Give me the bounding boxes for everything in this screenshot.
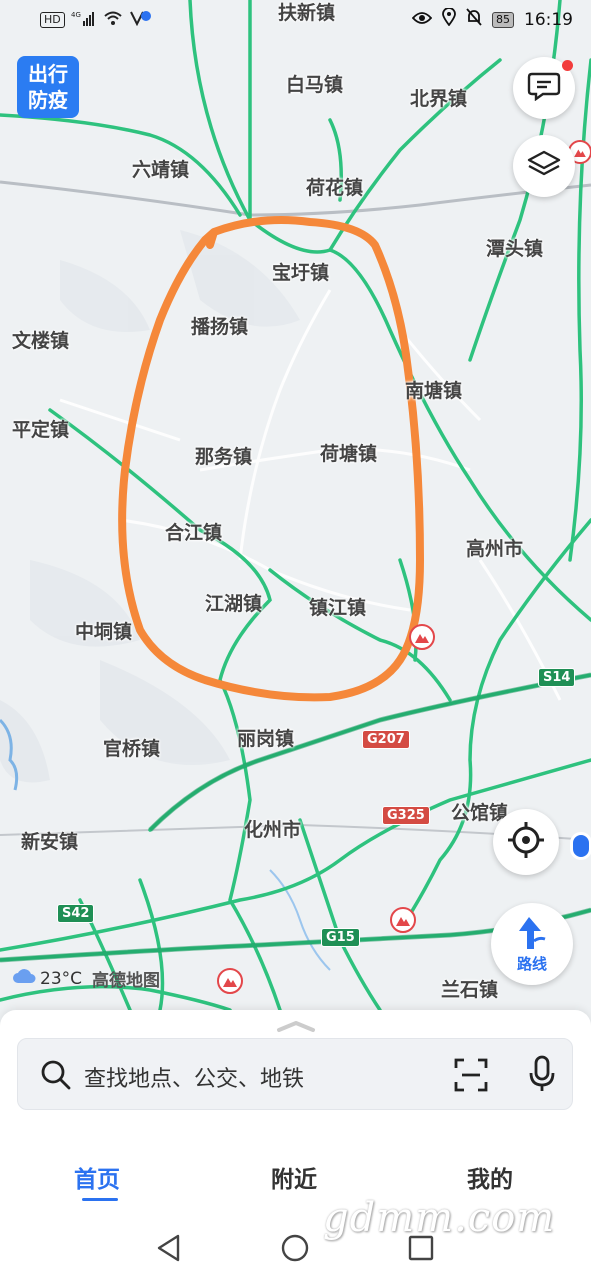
map-town-label[interactable]: 那务镇 — [195, 442, 252, 469]
message-icon — [527, 71, 561, 105]
layers-icon — [527, 149, 561, 183]
map-town-label[interactable]: 宝圩镇 — [272, 258, 329, 285]
highway-shield: G325 — [382, 806, 430, 825]
map-town-label[interactable]: 新安镇 — [21, 827, 78, 854]
scenic-spot-icon[interactable] — [409, 624, 435, 650]
map-town-label[interactable]: 南塘镇 — [405, 376, 462, 403]
route-label: 路线 — [516, 954, 547, 973]
tab-nearby[interactable]: 附近 — [271, 1160, 317, 1194]
highway-shield: S14 — [538, 668, 576, 687]
map-town-label[interactable]: 平定镇 — [12, 415, 69, 442]
epidemic-line1: 出行 — [28, 62, 68, 86]
map-town-label[interactable]: 丽岗镇 — [237, 724, 294, 751]
search-input[interactable]: 查找地点、公交、地铁 — [84, 1061, 304, 1093]
back-icon[interactable] — [156, 1234, 182, 1266]
layers-button[interactable] — [513, 135, 575, 197]
tab-home[interactable]: 首页 — [74, 1160, 120, 1194]
signal-4g-icon: 4G — [71, 10, 97, 29]
map-town-label[interactable]: 潭头镇 — [486, 234, 543, 261]
wifi-icon — [103, 10, 123, 29]
status-bar: HD 4G 85 16:19 — [0, 0, 591, 40]
search-bar[interactable]: 查找地点、公交、地铁 — [17, 1038, 573, 1110]
scenic-spot-icon[interactable] — [217, 968, 243, 994]
map-town-label[interactable]: 中垌镇 — [75, 617, 132, 644]
tab-bar: 首页 附近 我的 — [0, 1160, 591, 1201]
recents-icon[interactable] — [408, 1235, 434, 1265]
clock: 16:19 — [524, 9, 573, 30]
eye-icon — [411, 10, 433, 30]
map-town-label[interactable]: 播扬镇 — [191, 312, 248, 339]
cloud-icon — [12, 968, 36, 989]
weather-widget[interactable]: 23°C 高德地图 — [12, 966, 160, 991]
feedback-button[interactable] — [513, 57, 575, 119]
map-town-label[interactable]: 白马镇 — [286, 70, 343, 97]
home-icon[interactable] — [281, 1234, 309, 1266]
map-town-label[interactable]: 官桥镇 — [103, 734, 160, 761]
mute-bell-icon — [466, 8, 482, 31]
microphone-icon[interactable] — [528, 1055, 556, 1097]
epidemic-line2: 防疫 — [28, 88, 68, 112]
amap-logo: 高德地图 — [92, 971, 161, 991]
hd-icon: HD — [40, 11, 65, 28]
svg-text:4G: 4G — [71, 11, 81, 19]
system-nav-bar — [0, 1214, 591, 1280]
map-town-label[interactable]: 荷塘镇 — [320, 439, 377, 466]
tab-active-indicator — [82, 1198, 118, 1201]
map-town-label[interactable]: 北界镇 — [410, 84, 467, 111]
highway-shield: G15 — [321, 928, 360, 947]
notification-dot — [562, 60, 573, 71]
map-town-label[interactable]: 兰石镇 — [441, 975, 498, 1002]
route-button[interactable]: 路线 — [491, 903, 573, 985]
map-town-label[interactable]: 江湖镇 — [205, 589, 262, 616]
map-town-label[interactable]: 合江镇 — [165, 518, 222, 545]
travel-epidemic-button[interactable]: 出行 防疫 — [17, 56, 79, 118]
scan-icon[interactable] — [454, 1058, 488, 1096]
crosshair-icon — [506, 820, 546, 864]
map-town-label[interactable]: 化州市 — [244, 815, 301, 842]
highway-shield: G207 — [362, 730, 410, 749]
map-town-label[interactable]: 文楼镇 — [12, 326, 69, 353]
current-location-marker — [570, 832, 591, 860]
map-town-label[interactable]: 六靖镇 — [132, 155, 189, 182]
map-town-label[interactable]: 高州市 — [466, 534, 523, 561]
tab-mine[interactable]: 我的 — [467, 1160, 513, 1194]
highway-shield: S42 — [57, 904, 95, 923]
map-town-label[interactable]: 荷花镇 — [306, 173, 363, 200]
scenic-spot-icon[interactable] — [390, 907, 416, 933]
map-town-label[interactable]: 镇江镇 — [309, 593, 366, 620]
temperature: 23°C — [40, 968, 83, 989]
nfc-icon — [129, 10, 151, 29]
search-icon — [40, 1059, 72, 1095]
location-icon — [442, 7, 456, 31]
locate-me-button[interactable] — [493, 809, 559, 875]
drag-handle-icon[interactable] — [276, 1018, 316, 1037]
route-arrow-icon — [515, 915, 549, 955]
battery-icon: 85 — [492, 11, 514, 28]
